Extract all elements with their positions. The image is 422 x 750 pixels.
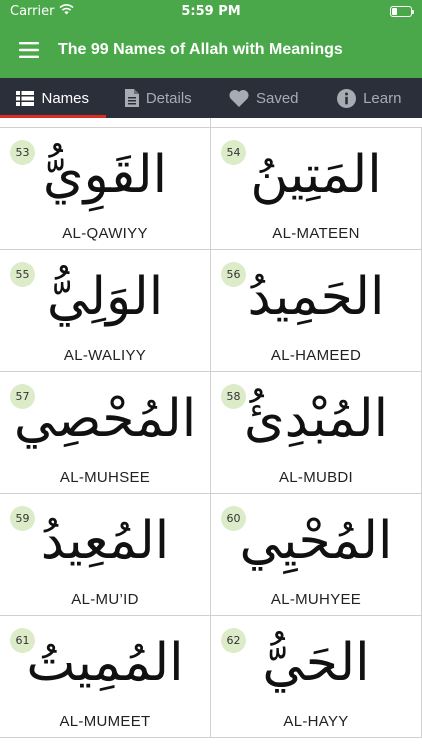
tab-saved-label: Saved [255,89,299,107]
transliteration: AL-MUMEET [59,713,151,730]
transliteration: AL-MUHYEE [270,591,362,608]
menu-button[interactable] [0,22,58,78]
grid-top-divider [0,118,422,128]
names-grid[interactable]: 53 القَوِيُّ AL-QAWIYY 54 المَتِينُ AL-M… [0,118,422,750]
arabic-name: الحَيُّ [262,633,370,693]
tab-details-label: Details [145,89,192,107]
transliteration: AL-WALIYY [63,347,147,364]
arabic-name: المُعِيدُ [40,511,170,571]
tab-bar: Names Details Saved Learn [0,78,422,118]
arabic-name: القَوِيُّ [42,145,168,205]
tab-names[interactable]: Names [0,78,106,118]
tab-saved[interactable]: Saved [211,78,317,118]
list-item[interactable]: 57 المُحْصِي AL-MUHSEE [0,372,211,494]
list-icon [16,90,35,106]
list-item[interactable]: 56 الحَمِيدُ AL-HAMEED [211,250,422,372]
status-bar: Carrier 5:59 PM [0,0,422,22]
arabic-name: المُبْدِئُ [243,389,389,449]
transliteration: AL-MU’ID [71,591,139,608]
status-left: Carrier [10,3,75,19]
page-title: The 99 Names of Allah with Meanings [58,41,343,58]
transliteration: AL-MATEEN [272,225,360,242]
arabic-name: المُمِيتُ [26,633,184,693]
list-item[interactable]: 59 المُعِيدُ AL-MU’ID [0,494,211,616]
transliteration: AL-MUBDI [278,469,354,486]
arabic-name: المُحْصِي [13,389,197,449]
list-item[interactable]: 62 الحَيُّ AL-HAYY [211,616,422,738]
hamburger-icon [19,42,39,58]
info-icon [337,88,357,108]
tab-details[interactable]: Details [106,78,212,118]
list-item[interactable]: 58 المُبْدِئُ AL-MUBDI [211,372,422,494]
heart-icon [229,89,249,107]
list-item[interactable]: 53 القَوِيُّ AL-QAWIYY [0,128,211,250]
list-item[interactable]: 61 المُمِيتُ AL-MUMEET [0,616,211,738]
document-icon [124,89,139,107]
app-bar: The 99 Names of Allah with Meanings [0,22,422,78]
arabic-name: المُحْيِي [239,511,393,571]
wifi-icon [59,3,75,19]
arabic-name: الحَمِيدُ [247,267,385,327]
transliteration: AL-MUHSEE [59,469,151,486]
transliteration: AL-QAWIYY [62,225,148,242]
list-item[interactable]: 60 المُحْيِي AL-MUHYEE [211,494,422,616]
carrier-label: Carrier [10,3,55,19]
tab-learn-label: Learn [363,89,402,107]
transliteration: AL-HAYY [283,713,349,730]
battery-level [392,7,398,15]
list-item[interactable]: 55 الوَلِيُّ AL-WALIYY [0,250,211,372]
tab-names-label: Names [41,89,89,107]
battery-icon [390,5,414,17]
transliteration: AL-HAMEED [270,347,362,364]
list-item[interactable]: 54 المَتِينُ AL-MATEEN [211,128,422,250]
arabic-name: المَتِينُ [250,145,382,205]
tab-learn[interactable]: Learn [317,78,422,118]
arabic-name: الوَلِيُّ [46,267,164,327]
